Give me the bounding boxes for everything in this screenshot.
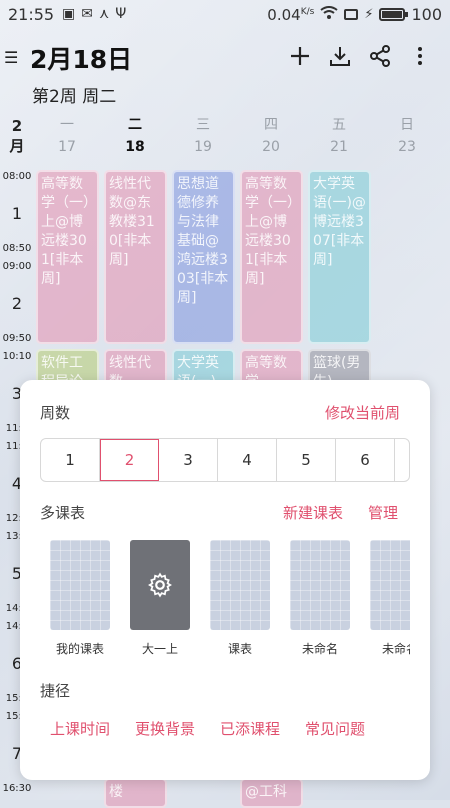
weekday-label: 二 <box>128 117 142 133</box>
charging-icon: ⚡ <box>364 7 374 22</box>
manage-button[interactable]: 管理 <box>368 502 398 523</box>
date-label: 20 <box>262 139 280 155</box>
shortcut-label: 捷径 <box>40 682 71 700</box>
schedule-item-active[interactable]: 大一上 <box>130 540 190 657</box>
download-button[interactable] <box>326 42 354 70</box>
menu-icon[interactable]: ☰ <box>4 48 18 67</box>
week-option-selected[interactable]: 2 <box>100 439 159 481</box>
network-speed: 0.04K/s <box>267 6 314 24</box>
more-icon <box>418 47 422 65</box>
share-button[interactable] <box>366 42 394 70</box>
schedule-name: 课表 <box>227 642 252 656</box>
multi-schedule-label: 多课表 <box>40 504 86 522</box>
week-option[interactable]: 3 <box>159 439 218 481</box>
weeks-label: 周数 <box>40 404 71 422</box>
period-number: 2 <box>11 294 23 313</box>
time-end: 09:50 <box>2 333 32 344</box>
status-bar: 21:55 ▣ ✉ ⋏ Ψ 0.04K/s ⚡ 100 <box>0 0 450 30</box>
settings-sheet: 周数 修改当前周 1 2 3 4 5 6 7 多课表 新建课表 管理 我的课表 … <box>20 380 430 780</box>
message-icon: ✉ <box>81 6 93 22</box>
schedule-thumbnail <box>210 540 270 630</box>
gear-icon[interactable] <box>147 572 173 598</box>
course-card[interactable]: 楼 <box>104 778 167 808</box>
course-card[interactable]: 思想道德修养与法律基础@鸿远楼303[非本周] <box>172 170 235 344</box>
day-column-mon: 一 17 <box>34 114 100 158</box>
schedule-thumbnail <box>130 540 190 630</box>
battery-icon <box>379 8 409 21</box>
notification-icon: ▣ <box>62 6 76 22</box>
time-start: 09:00 <box>2 261 32 272</box>
schedule-name: 未命名 <box>381 642 410 656</box>
battery-percent: 100 <box>411 5 442 24</box>
weekday-label: 日 <box>400 117 414 133</box>
day-column-fri: 五 21 <box>306 114 372 158</box>
day-column-thu: 四 20 <box>238 114 304 158</box>
course-card[interactable]: 高等数学（一）上@博远楼301[非本周] <box>36 170 99 344</box>
wifi-icon <box>320 5 338 24</box>
date-label: 17 <box>58 139 76 155</box>
new-schedule-button[interactable]: 新建课表 <box>283 502 343 523</box>
added-courses-button[interactable]: 已添课程 <box>220 718 280 739</box>
faq-button[interactable]: 常见问题 <box>305 718 365 739</box>
weekday-label: 三 <box>196 117 210 133</box>
time-end: 08:50 <box>2 243 32 254</box>
month-char: 月 <box>9 137 25 155</box>
day-column-tue: 二 18 <box>102 114 168 158</box>
share-icon <box>370 45 390 67</box>
notification-icons: ▣ ✉ ⋏ Ψ <box>62 6 126 22</box>
week-selector[interactable]: 1 2 3 4 5 6 7 <box>40 438 410 482</box>
time-start: 10:10 <box>2 351 32 362</box>
schedule-name: 大一上 <box>141 642 178 656</box>
schedule-name: 我的课表 <box>55 642 104 656</box>
download-icon <box>330 47 350 66</box>
week-option[interactable]: 5 <box>277 439 336 481</box>
schedule-name: 未命名 <box>301 642 338 656</box>
weekday-label: 四 <box>264 117 278 133</box>
change-background-button[interactable]: 更换背景 <box>135 718 195 739</box>
schedule-thumbnail <box>370 540 410 630</box>
network-speed-unit: K/s <box>300 6 315 17</box>
week-info: 第2周 周二 <box>32 87 117 107</box>
add-icon <box>291 47 309 65</box>
schedule-item[interactable]: 未命名 <box>370 540 410 657</box>
day-column-sun: 日 23 <box>374 114 440 158</box>
schedule-item[interactable]: 我的课表 <box>50 540 110 657</box>
add-button[interactable] <box>286 42 314 70</box>
weekday-label: 一 <box>60 117 74 133</box>
date-label: 21 <box>330 139 348 155</box>
month-number: 2 <box>11 117 23 135</box>
period-number: 1 <box>11 204 23 223</box>
time-end: 16:30 <box>2 783 32 794</box>
schedule-list: 我的课表 大一上 课表 未命名 未命名 <box>20 540 410 660</box>
usb-icon: Ψ <box>115 6 127 22</box>
sim-icon <box>344 9 359 20</box>
date-label: 23 <box>398 139 416 155</box>
schedule-thumbnail <box>290 540 350 630</box>
week-option[interactable]: 7 <box>395 439 409 481</box>
schedule-item[interactable]: 课表 <box>210 540 270 657</box>
network-speed-value: 0.04 <box>267 5 301 24</box>
month-label: 2 月 <box>8 116 26 156</box>
weekday-label: 五 <box>332 117 346 133</box>
modify-week-button[interactable]: 修改当前周 <box>325 402 400 423</box>
week-option[interactable]: 6 <box>336 439 395 481</box>
week-option[interactable]: 4 <box>218 439 277 481</box>
date-label: 18 <box>125 139 145 155</box>
page-title: 2月18日 <box>30 45 133 74</box>
schedule-item[interactable]: 未命名 <box>290 540 350 657</box>
day-column-wed: 三 19 <box>170 114 236 158</box>
class-time-button[interactable]: 上课时间 <box>50 718 110 739</box>
date-label: 19 <box>194 139 212 155</box>
course-card[interactable]: 线性代数@东教楼310[非本周] <box>104 170 167 344</box>
course-card[interactable]: 高等数学（一）上@博远楼301[非本周] <box>240 170 303 344</box>
status-time: 21:55 <box>8 5 55 24</box>
week-option[interactable]: 1 <box>41 439 100 481</box>
schedule-thumbnail <box>50 540 110 630</box>
more-button[interactable] <box>406 42 434 70</box>
course-card[interactable]: 大学英语(一)@博远楼307[非本周] <box>308 170 371 344</box>
time-start: 08:00 <box>2 171 32 182</box>
course-card[interactable]: @工科 <box>240 778 303 808</box>
battery-fill <box>382 11 402 18</box>
share-status-icon: ⋏ <box>98 6 110 22</box>
